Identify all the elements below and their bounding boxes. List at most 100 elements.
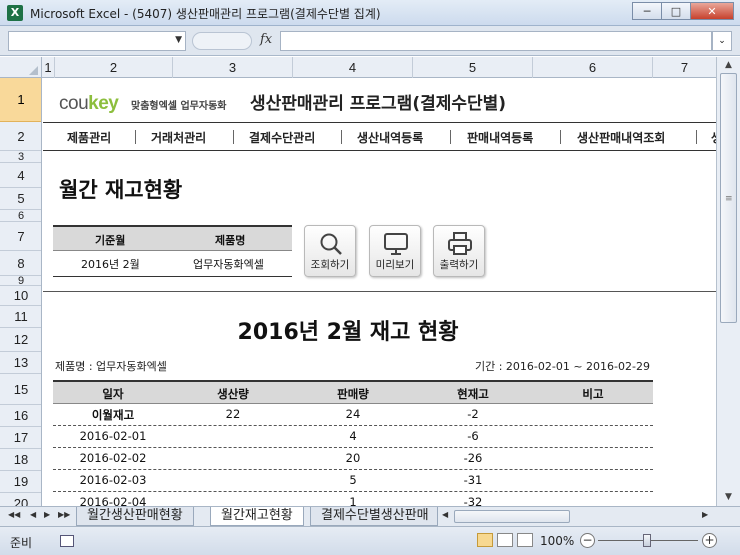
table-row[interactable]: 2016-02-02 20 -26 — [53, 448, 653, 470]
row-header[interactable]: 17 — [0, 427, 41, 449]
prev-sheet-icon[interactable]: ◀ — [30, 510, 36, 519]
scroll-up-button[interactable]: ▲ — [720, 57, 737, 74]
chevron-left-icon[interactable]: ◀ — [442, 510, 448, 519]
zoom-in-button[interactable]: + — [702, 533, 717, 548]
logo-tagline: 맞춤형엑셀 업무자동화 — [131, 101, 227, 112]
horizontal-scrollbar[interactable]: ◀ ▶ — [440, 509, 716, 525]
filter-panel: 기준월 제품명 2016년 2월 업무자동화엑셀 — [53, 225, 292, 277]
column-header-note: 비고 — [582, 387, 604, 401]
worksheet-grid[interactable]: coukey 맞춤형엑셀 업무자동화 생산판매관리 프로그램(결제수단별) 제품… — [43, 78, 716, 506]
row-header[interactable]: 10 — [0, 286, 41, 306]
insert-function-button[interactable]: fx — [260, 32, 272, 47]
table-row[interactable]: 2016-02-01 4 -6 — [53, 426, 653, 448]
column-header[interactable]: 6 — [533, 57, 653, 78]
coukey-logo: coukey — [59, 93, 119, 115]
page-layout-view-button[interactable] — [497, 533, 513, 547]
row-header[interactable]: 12 — [0, 328, 41, 352]
table-row[interactable]: 2016-02-04 1 -32 — [53, 492, 653, 506]
first-sheet-icon[interactable]: ◀◀ — [8, 510, 20, 519]
name-box[interactable]: ▼ — [8, 31, 186, 51]
formula-buttons[interactable] — [192, 32, 252, 50]
zoom-slider-thumb[interactable] — [643, 534, 651, 547]
expand-formula-button[interactable]: ⌄ — [712, 31, 732, 51]
row-header[interactable]: 5 — [0, 188, 41, 210]
cell-sold: 5 — [349, 473, 357, 487]
close-button[interactable]: ✕ — [690, 2, 734, 20]
cell-date: 2016-02-04 — [79, 495, 147, 506]
search-button[interactable]: 조회하기 — [304, 225, 356, 277]
nav-production-sales-inquiry[interactable]: 생산판매내역조회 — [577, 129, 665, 146]
sheet-tab-monthly-inventory[interactable]: 월간재고현황 — [210, 507, 304, 526]
formula-input[interactable] — [280, 31, 712, 51]
zoom-out-button[interactable]: − — [580, 533, 595, 548]
nav-separator — [450, 130, 451, 144]
row-header[interactable]: 3 — [0, 151, 41, 163]
vertical-scroll-thumb[interactable]: ≡ — [720, 73, 737, 323]
column-header[interactable]: 3 — [173, 57, 293, 78]
scroll-down-button[interactable]: ▼ — [720, 489, 737, 506]
nav-sales-entry[interactable]: 판매내역등록 — [467, 129, 533, 146]
zoom-level[interactable]: 100% — [540, 534, 574, 548]
cell-sold: 20 — [345, 451, 361, 465]
last-sheet-icon[interactable]: ▶▶ — [58, 510, 70, 519]
sheet-tab-payment-production-sales[interactable]: 결제수단별생산판매 — [310, 507, 438, 526]
nav-product-management[interactable]: 제품관리 — [67, 129, 111, 146]
table-row[interactable]: 2016-02-03 5 -31 — [53, 470, 653, 492]
column-header[interactable]: 5 — [413, 57, 533, 78]
cell-stock: -31 — [463, 473, 483, 487]
row-header[interactable]: 9 — [0, 275, 41, 287]
row-header[interactable]: 2 — [0, 122, 41, 151]
minimize-icon: ─ — [643, 4, 651, 18]
normal-view-button[interactable] — [477, 533, 493, 547]
chevron-right-icon[interactable]: ▶ — [702, 510, 708, 519]
column-header[interactable]: 4 — [293, 57, 413, 78]
grip-icon: ≡ — [725, 194, 733, 204]
next-sheet-icon[interactable]: ▶ — [44, 510, 50, 519]
search-icon — [320, 233, 342, 255]
print-button[interactable]: 출력하기 — [433, 225, 485, 277]
filter-header-row: 기준월 제품명 — [53, 225, 292, 251]
nav-separator — [341, 130, 342, 144]
macro-record-icon[interactable] — [60, 535, 74, 547]
column-header[interactable]: 7 — [653, 57, 716, 78]
cell-stock: -6 — [467, 429, 479, 443]
row-header[interactable]: 1 — [0, 78, 41, 122]
base-month-value[interactable]: 2016년 2월 — [81, 256, 140, 272]
navigation-menu: 제품관리 거래처관리 결제수단관리 생산내역등록 판매내역등록 생산판매내역조회… — [43, 122, 716, 151]
row-header[interactable]: 19 — [0, 471, 41, 493]
excel-app-icon[interactable]: X — [7, 5, 23, 21]
product-name-value[interactable]: 업무자동화엑셀 — [193, 256, 264, 272]
filter-header-product: 제품명 — [215, 234, 246, 247]
horizontal-scroll-thumb[interactable] — [454, 510, 570, 523]
row-header[interactable]: 20 — [0, 493, 41, 506]
row-header[interactable]: 8 — [0, 251, 41, 276]
preview-button[interactable]: 미리보기 — [369, 225, 421, 277]
page-break-view-button[interactable] — [517, 533, 533, 547]
section-title: 월간 재고현황 — [59, 178, 183, 202]
column-header[interactable]: 1 — [42, 57, 55, 78]
maximize-button[interactable]: □ — [661, 2, 691, 20]
row-header[interactable]: 7 — [0, 222, 41, 251]
sheet-tab-monthly-production-sales[interactable]: 월간생산판매현황 — [76, 507, 194, 526]
nav-payment-management[interactable]: 결제수단관리 — [249, 129, 315, 146]
row-header[interactable]: 18 — [0, 449, 41, 471]
filter-header-month: 기준월 — [95, 234, 126, 247]
row-header[interactable]: 4 — [0, 163, 41, 188]
row-header[interactable]: 15 — [0, 374, 41, 405]
row-header[interactable]: 11 — [0, 306, 41, 328]
chevron-up-icon: ▲ — [725, 60, 732, 70]
status-bar: 준비 100% − + — [0, 526, 740, 555]
table-row[interactable]: 이월재고 22 24 -2 — [53, 404, 653, 426]
minimize-button[interactable]: ─ — [632, 2, 662, 20]
nav-production-entry[interactable]: 생산내역등록 — [357, 129, 423, 146]
row-header[interactable]: 13 — [0, 352, 41, 374]
nav-client-management[interactable]: 거래처관리 — [151, 129, 206, 146]
vertical-scrollbar[interactable]: ▲ ≡ ▼ — [716, 57, 740, 506]
select-all-corner[interactable] — [0, 57, 42, 78]
column-header[interactable]: 2 — [55, 57, 173, 78]
row-header[interactable]: 6 — [0, 210, 41, 222]
logo-key: key — [88, 93, 119, 114]
chevron-down-icon[interactable]: ▼ — [175, 35, 182, 45]
row-header[interactable]: 16 — [0, 405, 41, 427]
formula-bar: ▼ fx ⌄ — [0, 26, 740, 56]
